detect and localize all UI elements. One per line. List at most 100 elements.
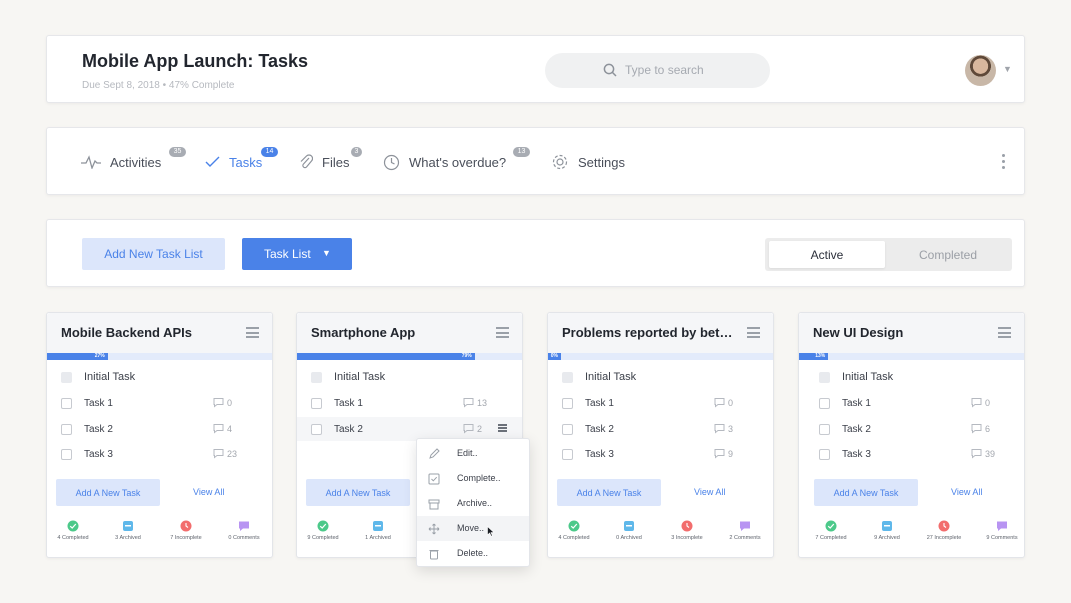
comment-icon: [971, 449, 982, 459]
comment-icon: [971, 424, 982, 434]
task-checkbox[interactable]: [819, 449, 830, 460]
comment-icon: [213, 449, 224, 459]
hamburger-icon[interactable]: [747, 327, 760, 338]
tab-whats-overdue[interactable]: What's overdue? 13: [383, 147, 530, 172]
task-checkbox[interactable]: [61, 398, 72, 409]
view-all-link[interactable]: View All: [193, 487, 224, 497]
stat-label: 0 Comments: [228, 535, 260, 541]
archive-icon: [123, 521, 133, 531]
comment-count: 23: [227, 449, 238, 459]
card-header: New UI Design: [799, 313, 1024, 353]
list-item[interactable]: Task 1 0: [47, 393, 272, 417]
add-task-button[interactable]: Add A New Task: [814, 479, 918, 506]
view-all-link[interactable]: View All: [694, 487, 725, 497]
task-checkbox[interactable]: [562, 398, 573, 409]
card-title: New UI Design: [813, 325, 904, 340]
add-task-button[interactable]: Add A New Task: [557, 479, 661, 506]
tab-activities[interactable]: Activities 35: [81, 147, 186, 172]
menu-item-delete[interactable]: Delete..: [417, 541, 529, 566]
task-checkbox[interactable]: [61, 424, 72, 435]
stat-completed: 4 Completed: [546, 520, 602, 541]
tab-settings[interactable]: Settings: [551, 152, 625, 172]
stat-label: 9 Archived: [874, 535, 900, 541]
task-label: Task 3: [585, 449, 614, 460]
list-item[interactable]: Task 1 13: [297, 393, 522, 417]
comment-icon: [463, 424, 474, 434]
task-list-card: New UI Design 13% Initial Task Task 1 0 …: [798, 312, 1025, 558]
task-checkbox[interactable]: [311, 398, 322, 409]
list-item[interactable]: Task 2 6: [799, 419, 1024, 443]
page-title: Mobile App Launch: Tasks: [82, 51, 309, 71]
search-box[interactable]: [545, 53, 770, 88]
comments-icon: [740, 521, 750, 531]
task-checkbox[interactable]: [819, 398, 830, 409]
task-label: Task 3: [84, 449, 113, 460]
caret-down-icon: ▼: [322, 248, 331, 258]
progress-fill: 13%: [799, 353, 829, 360]
progress-label: 13%: [815, 353, 826, 359]
list-item[interactable]: Task 1 0: [799, 393, 1024, 417]
hamburger-icon[interactable]: [246, 327, 259, 338]
list-item[interactable]: Task 3 39: [799, 444, 1024, 468]
task-checkbox[interactable]: [562, 449, 573, 460]
progress-bar: 13%: [799, 353, 1024, 360]
list-item[interactable]: Task 2 3: [548, 419, 773, 443]
stat-completed: 9 Completed: [295, 520, 351, 541]
hamburger-icon[interactable]: [998, 327, 1011, 338]
hamburger-icon[interactable]: [496, 327, 509, 338]
task-label: Initial Task: [84, 371, 136, 383]
comment-count: 3: [728, 424, 734, 434]
list-item[interactable]: Task 1 0: [548, 393, 773, 417]
list-item[interactable]: Task 3 23: [47, 444, 272, 468]
menu-item-edit[interactable]: Edit..: [417, 441, 529, 466]
view-all-link[interactable]: View All: [951, 487, 982, 497]
task-checkbox[interactable]: [819, 424, 830, 435]
row-menu-icon[interactable]: [498, 424, 507, 432]
more-options-icon[interactable]: [997, 152, 1009, 170]
tab-files[interactable]: Files 3: [299, 147, 362, 172]
menu-item-move[interactable]: Move..: [417, 516, 529, 541]
menu-item-complete[interactable]: Complete..: [417, 466, 529, 491]
stat-archived: 3 Archived: [100, 520, 156, 541]
progress-label: 27%: [94, 353, 105, 359]
gear-icon: [552, 154, 568, 170]
toggle-active[interactable]: Active: [769, 241, 885, 268]
stat-comments: 0 Comments: [216, 520, 272, 541]
list-item[interactable]: Task 2 4: [47, 419, 272, 443]
progress-label: 0%: [550, 353, 558, 359]
tab-label: What's overdue?: [409, 154, 507, 170]
card-header: Problems reported by beta...: [548, 313, 773, 353]
count-badge: 14: [261, 147, 278, 157]
archive-box-icon: [428, 499, 440, 510]
task-checkbox[interactable]: [819, 372, 830, 383]
progress-bar: 0%: [548, 353, 773, 360]
toggle-completed[interactable]: Completed: [890, 241, 1006, 268]
task-list-dropdown[interactable]: Task List ▼: [242, 238, 352, 270]
task-checkbox[interactable]: [311, 424, 322, 435]
task-checkbox[interactable]: [311, 372, 322, 383]
task-label: Task 1: [585, 398, 614, 409]
stat-label: 7 Incomplete: [170, 535, 202, 541]
stat-label: 1 Archived: [365, 535, 391, 541]
avatar[interactable]: [965, 55, 996, 86]
stat-incomplete: 7 Incomplete: [158, 520, 214, 541]
progress-fill: 27%: [47, 353, 108, 360]
task-checkbox[interactable]: [61, 449, 72, 460]
comment-count: 6: [985, 424, 991, 434]
task-checkbox[interactable]: [562, 424, 573, 435]
list-item[interactable]: Task 3 9: [548, 444, 773, 468]
add-task-list-button[interactable]: Add New Task List: [82, 238, 225, 270]
chevron-down-icon[interactable]: ▼: [1003, 64, 1012, 74]
menu-item-archive[interactable]: Archive..: [417, 491, 529, 516]
search-input[interactable]: [625, 61, 755, 79]
task-checkbox[interactable]: [562, 372, 573, 383]
add-task-button[interactable]: Add A New Task: [306, 479, 410, 506]
task-list-card: Mobile Backend APIs 27% Initial Task Tas…: [46, 312, 273, 558]
search-icon: [603, 63, 617, 77]
tab-label: Activities: [110, 154, 162, 170]
tab-tasks[interactable]: Tasks 14: [205, 147, 278, 172]
task-checkbox[interactable]: [61, 372, 72, 383]
completed-icon: [67, 520, 79, 532]
add-task-button[interactable]: Add A New Task: [56, 479, 160, 506]
menu-item-label: Archive..: [457, 498, 493, 508]
